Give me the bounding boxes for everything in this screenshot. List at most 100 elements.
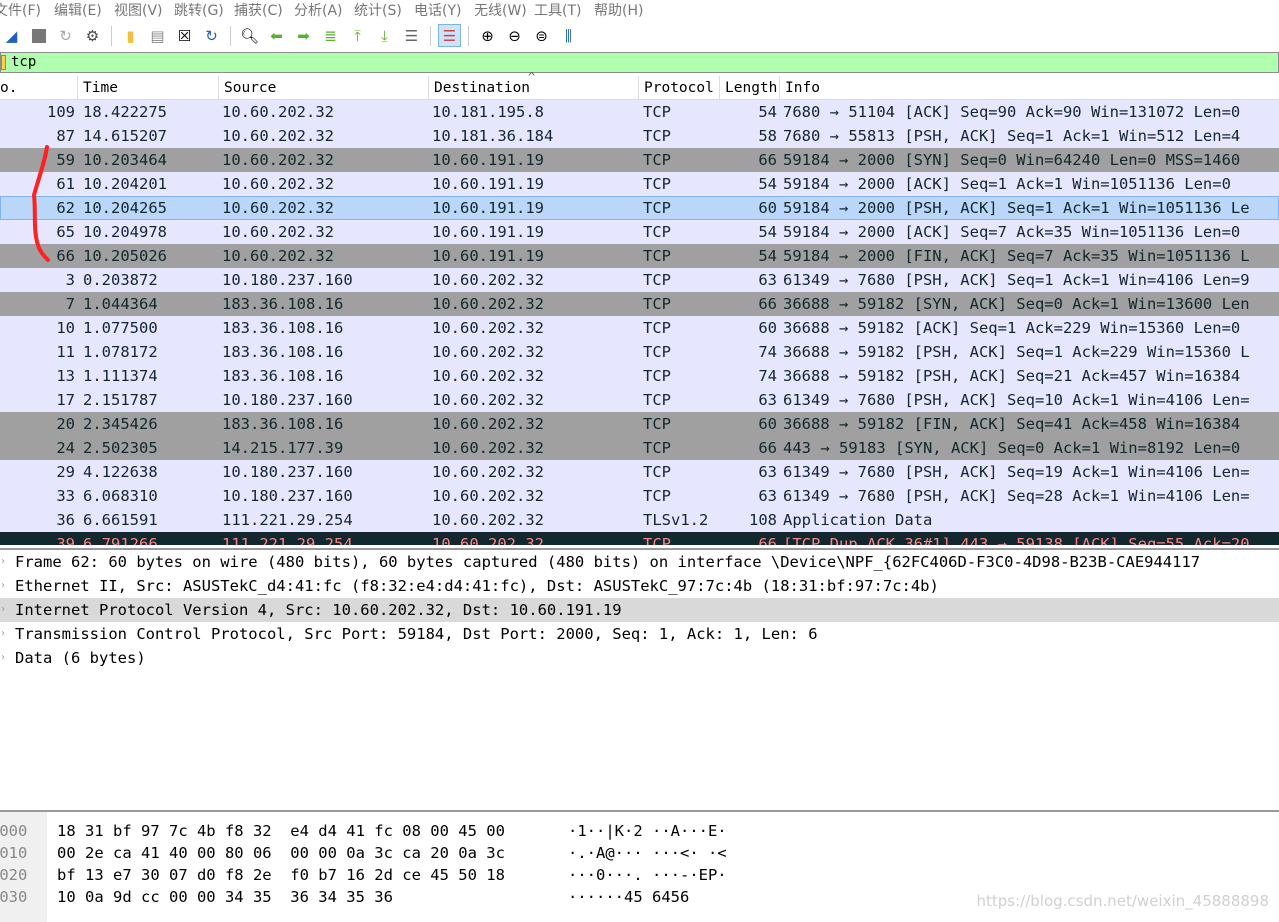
hex-bytes[interactable]: 00 2e ca 41 40 00 80 06 00 00 0a 3c ca 2…	[57, 842, 505, 864]
packet-row[interactable]: 59 10.203464 10.60.202.32 10.60.191.19 TCP 66…	[0, 148, 1279, 172]
packet-row[interactable]: 61 10.204201 10.60.202.32 10.60.191.19 TCP 54…	[0, 172, 1279, 196]
hex-ascii[interactable]: ······45 6456	[568, 886, 689, 908]
menu-item[interactable]: 跳转(G)	[174, 0, 240, 20]
expand-arrow-icon[interactable]: ›	[0, 622, 6, 646]
menu-item[interactable]: 捕获(C)	[234, 0, 300, 20]
go-to-packet-icon[interactable]: ≣	[319, 24, 342, 47]
menu-item[interactable]: 视图(V)	[114, 0, 180, 20]
packet-info: 59184 → 2000 [ACK] Seq=1 Ack=1 Win=10511…	[783, 175, 1231, 193]
detail-tree-item[interactable]: › Internet Protocol Version 4, Src: 10.60…	[0, 598, 1279, 622]
column-header-protocol[interactable]: Protocol	[639, 76, 720, 99]
detail-tree-item[interactable]: › Data (6 bytes)	[0, 646, 1279, 670]
last-packet-icon[interactable]: ⤓	[373, 24, 396, 47]
packet-row[interactable]: 87 14.615207 10.60.202.32 10.181.36.184 TCP 5…	[0, 124, 1279, 148]
packet-info: 61349 → 7680 [PSH, ACK] Seq=19 Ack=1 Win…	[783, 463, 1250, 481]
packet-row[interactable]: 10 1.077500 183.36.108.16 10.60.202.32 TCP 60…	[0, 316, 1279, 340]
packet-row[interactable]: 7 1.044364 183.36.108.16 10.60.202.32 TCP 66 3…	[0, 292, 1279, 316]
reload-file-icon[interactable]: ↻	[200, 24, 223, 47]
packet-src: 183.36.108.16	[222, 343, 344, 361]
go-forward-icon[interactable]: ➡	[292, 24, 315, 47]
packet-row[interactable]: 36 6.661591 111.221.29.254 10.60.202.32 TLSv…	[0, 508, 1279, 532]
auto-scroll-icon[interactable]: ☰	[400, 24, 423, 47]
toolbar-separator	[468, 25, 469, 46]
packet-len: 66	[758, 535, 777, 545]
packet-no: 20	[56, 415, 75, 433]
packet-len: 63	[758, 271, 777, 289]
packet-src: 111.221.29.254	[222, 511, 353, 529]
expand-arrow-icon[interactable]: ›	[0, 646, 6, 670]
packet-time: 6.068310	[83, 487, 158, 505]
detail-tree-item[interactable]: › Frame 62: 60 bytes on wire (480 bits), …	[0, 550, 1279, 574]
hex-bytes[interactable]: 18 31 bf 97 7c 4b f8 32 e4 d4 41 fc 08 0…	[57, 820, 505, 842]
detail-text: Data (6 bytes)	[15, 649, 146, 667]
packet-row[interactable]: 3 0.203872 10.180.237.160 10.60.202.32 TCP 63…	[0, 268, 1279, 292]
open-file-icon[interactable]: ▮	[119, 24, 142, 47]
packet-time: 1.077500	[83, 319, 158, 337]
close-file-icon[interactable]: ☒	[173, 24, 196, 47]
display-filter-input[interactable]: tcp	[0, 52, 1279, 73]
zoom-reset-icon[interactable]: ⊜	[530, 24, 553, 47]
hex-bytes[interactable]: bf 13 e7 30 07 d0 f8 2e f0 b7 16 2d ce 4…	[57, 864, 505, 886]
packet-row[interactable]: 17 2.151787 10.180.237.160 10.60.202.32 TCP 6…	[0, 388, 1279, 412]
hex-offset[interactable]: 0020	[0, 864, 27, 886]
packet-dst: 10.60.202.32	[432, 511, 544, 529]
first-packet-icon[interactable]: ⤒	[346, 24, 369, 47]
expand-arrow-icon[interactable]: ›	[0, 598, 6, 622]
capture-options-icon[interactable]: ⚙	[81, 24, 104, 47]
hex-ascii[interactable]: ···0···. ···-·EP·	[568, 864, 727, 886]
hex-ascii[interactable]: ·.·A@··· ···<· ·<	[568, 842, 727, 864]
column-header-length[interactable]: Length	[720, 76, 780, 99]
detail-tree-item[interactable]: › Transmission Control Protocol, Src Port…	[0, 622, 1279, 646]
packet-time: 10.203464	[83, 151, 167, 169]
menu-item[interactable]: 帮助(H)	[594, 0, 660, 20]
packet-src: 10.60.202.32	[222, 175, 334, 193]
packet-time: 2.345426	[83, 415, 158, 433]
hex-offset[interactable]: 0030	[0, 886, 27, 908]
packet-row[interactable]: 109 18.422275 10.60.202.32 10.181.195.8 TCP 5…	[0, 100, 1279, 124]
packet-dst: 10.60.202.32	[432, 535, 544, 545]
packet-row[interactable]: 11 1.078172 183.36.108.16 10.60.202.32 TCP 74…	[0, 340, 1279, 364]
packet-row[interactable]: 62 10.204265 10.60.202.32 10.60.191.19 TCP 60…	[0, 196, 1279, 220]
expand-arrow-icon[interactable]: ›	[0, 550, 6, 574]
packet-row[interactable]: 66 10.205026 10.60.202.32 10.60.191.19 TCP 54…	[0, 244, 1279, 268]
packet-row[interactable]: 39 6.791266 111.221.29.254 10.60.202.32 TCP 6…	[0, 532, 1279, 545]
hex-offset[interactable]: 0000	[0, 820, 27, 842]
packet-src: 183.36.108.16	[222, 367, 344, 385]
toolbar-separator	[430, 25, 431, 46]
packet-proto: TCP	[643, 175, 671, 193]
menu-item[interactable]: 分析(A)	[294, 0, 360, 20]
menu-item[interactable]: 电话(Y)	[414, 0, 480, 20]
packet-info: 7680 → 51104 [ACK] Seq=90 Ack=90 Win=131…	[783, 103, 1241, 121]
resize-columns-icon[interactable]: ⫼	[557, 24, 580, 47]
packet-row[interactable]: 29 4.122638 10.180.237.160 10.60.202.32 TCP 6…	[0, 460, 1279, 484]
column-header-info[interactable]: Info	[780, 76, 1279, 99]
packet-proto: TCP	[643, 367, 671, 385]
zoom-out-icon[interactable]: ⊖	[503, 24, 526, 47]
go-back-icon[interactable]: ⬅	[265, 24, 288, 47]
zoom-in-icon[interactable]: ⊕	[476, 24, 499, 47]
packet-row[interactable]: 13 1.111374 183.36.108.16 10.60.202.32 TCP 74…	[0, 364, 1279, 388]
menu-item[interactable]: 工具(T)	[534, 0, 600, 20]
column-header-time[interactable]: Time	[78, 76, 219, 99]
menu-item[interactable]: 无线(W)	[474, 0, 540, 20]
packet-proto: TCP	[643, 463, 671, 481]
packet-row[interactable]: 20 2.345426 183.36.108.16 10.60.202.32 TCP 60…	[0, 412, 1279, 436]
find-packet-icon[interactable]: 🔍︎	[238, 24, 261, 47]
expand-arrow-icon[interactable]: ›	[0, 574, 6, 598]
packet-src: 10.60.202.32	[222, 247, 334, 265]
packet-info: 7680 → 55813 [PSH, ACK] Seq=1 Ack=1 Win=…	[783, 127, 1241, 145]
hex-offset[interactable]: 0010	[0, 842, 27, 864]
packet-len: 54	[758, 247, 777, 265]
column-header-source[interactable]: Source	[219, 76, 429, 99]
packet-row[interactable]: 65 10.204978 10.60.202.32 10.60.191.19 TCP 54…	[0, 220, 1279, 244]
colorize-icon[interactable]: ☰	[438, 24, 461, 47]
packet-row[interactable]: 24 2.502305 14.215.177.39 10.60.202.32 TCP 66…	[0, 436, 1279, 460]
detail-tree-item[interactable]: › Ethernet II, Src: ASUSTekC_d4:41:fc (f8…	[0, 574, 1279, 598]
save-file-icon[interactable]: ▤	[146, 24, 169, 47]
menu-item[interactable]: 统计(S)	[354, 0, 420, 20]
hex-bytes[interactable]: 10 0a 9d cc 00 00 34 35 36 34 35 36	[57, 886, 393, 908]
toolbar-separator	[230, 25, 231, 46]
packet-row[interactable]: 33 6.068310 10.180.237.160 10.60.202.32 TCP 6…	[0, 484, 1279, 508]
packet-len: 60	[758, 319, 777, 337]
hex-ascii[interactable]: ·1··|K·2 ··A···E·	[568, 820, 727, 842]
